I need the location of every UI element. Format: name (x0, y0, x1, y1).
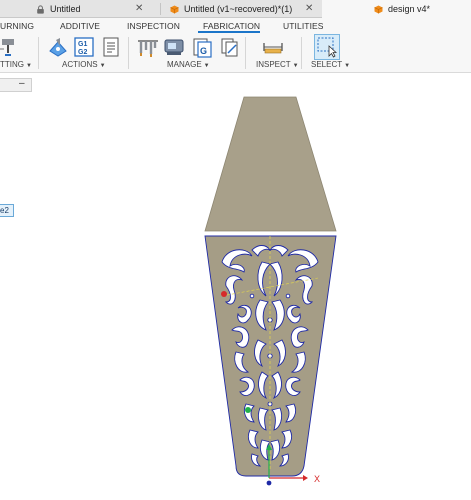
start-point-marker[interactable] (221, 291, 227, 297)
end-point-marker[interactable] (245, 407, 251, 413)
upper-panel[interactable] (204, 96, 337, 232)
app-window: Untitled ✕ Untitled (v1~recovered)*(1) ✕… (0, 0, 471, 500)
model-view[interactable]: X (0, 0, 471, 500)
x-axis-arrow (303, 475, 308, 481)
origin-point (266, 480, 272, 486)
x-axis-label: X (314, 474, 320, 484)
